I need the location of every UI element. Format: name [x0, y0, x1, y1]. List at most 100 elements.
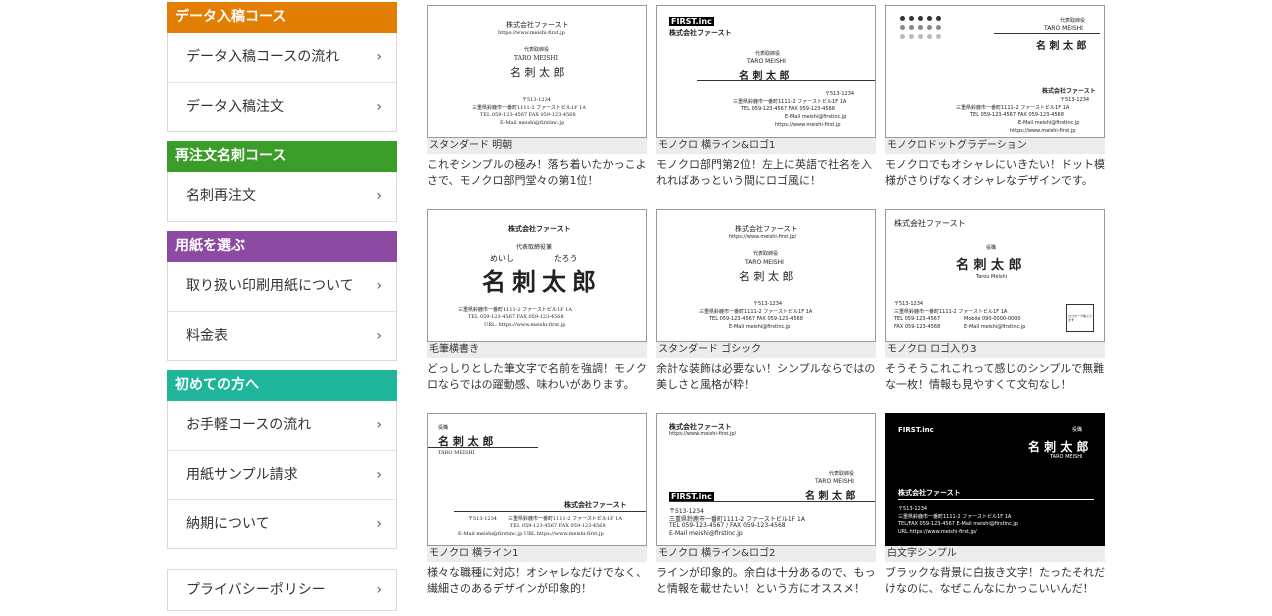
card-sample-text: 株式会社ファースト [735, 225, 798, 233]
dot-pattern-icon [909, 25, 914, 30]
card-sample-text: TEL 059-123-4567 FAX 059-123-4568 [709, 316, 803, 322]
card-sample-text: 〒513-1234 [825, 91, 855, 97]
menu-item-paper-types[interactable]: 取り扱い印刷用紙について › [168, 262, 396, 311]
card-sample-text: URL: https://www.meishi-first.jp [484, 322, 566, 328]
card-sample-text: 代表取締役 [524, 47, 550, 53]
design-card[interactable]: 株式会社ファースト https://www.meishi-first.jp/ 代… [656, 209, 876, 393]
card-sample-text: https://www.meishi-first.jp [1010, 128, 1076, 134]
card-sample-text: URL https://www.meishi-first.jp/ [898, 529, 977, 535]
logo-badge: FIRST.inc [669, 492, 714, 501]
section-list: データ入稿コースの流れ › データ入稿注文 › [167, 33, 397, 132]
card-thumbnail[interactable]: 代表取締役 TARO MEISHI 名 刺 太 郎 株式会社ファースト 〒513… [885, 5, 1105, 138]
design-card[interactable]: FIRST.inc 役職 名 刺 太 郎 TARO MEISHI 株式会社ファー… [885, 413, 1105, 597]
card-sample-text: FAX 059-123-4568 [894, 324, 941, 330]
card-sample-text: TEL 059-123-4567 / FAX 059-123-4568 [669, 522, 786, 529]
card-caption: スタンダード ゴシック [656, 342, 876, 358]
card-sample-text: TEL 059-123-4567 FAX 059-123-4568 [480, 112, 576, 118]
card-sample-text: TEL 059-123-4567 FAX 059-123-4568 [468, 314, 564, 320]
card-sample-text: 〒513-1234 [468, 516, 497, 522]
card-sample-text: 三重県鈴鹿市一番町1111-2 ファーストビル1F 1A [699, 309, 813, 315]
design-card[interactable]: FIRST.inc 株式会社ファースト 代表取締役 TARO MEISHI 名 … [656, 5, 876, 189]
card-sample-text: Mobile 090-0000-0000 [964, 316, 1021, 322]
chevron-right-icon: › [376, 49, 382, 65]
card-sample-text: 〒513-1234 [522, 97, 551, 103]
card-sample-text: 名 刺 太 郎 [1028, 440, 1089, 454]
menu-item-reorder[interactable]: 名刺再注文 › [168, 172, 396, 221]
card-description: モノクロ部門第2位！左上に英語で社名を入れればあっという間にロゴ風に！ [656, 158, 872, 187]
card-thumbnail[interactable]: FIRST.inc 役職 名 刺 太 郎 TARO MEISHI 株式会社ファー… [885, 413, 1105, 546]
card-sample-text: https://www.meishi-first.jp/ [729, 234, 797, 240]
design-card[interactable]: 株式会社ファースト 役職 名 刺 太 郎 Tarou Meishi 〒513-1… [885, 209, 1105, 393]
card-caption: モノクロ 横ライン1 [427, 546, 647, 562]
card-thumbnail[interactable]: 株式会社ファースト https://www.meishi-first.jp 代表… [427, 5, 647, 138]
card-sample-text: 株式会社ファースト [508, 224, 571, 233]
card-sample-text: 〒513-1234 [753, 301, 783, 307]
card-sample-text: E-Mail meishi@firstinc.jp [785, 114, 847, 120]
section-paper: 用紙を選ぶ 取り扱い印刷用紙について › 料金表 › [167, 231, 397, 361]
section-list: お手軽コースの流れ › 用紙サンプル請求 › 納期について › [167, 401, 397, 549]
card-sample-text: 役職 [438, 425, 449, 431]
section-first-time: 初めての方へ お手軽コースの流れ › 用紙サンプル請求 › 納期について › [167, 370, 397, 549]
menu-item-label: お手軽コースの流れ [186, 417, 312, 433]
menu-item-data-course-flow[interactable]: データ入稿コースの流れ › [168, 33, 396, 82]
card-sample-text: ロゴマーク等入ります [1068, 314, 1093, 322]
privacy-box: プライバシーポリシー › [167, 569, 397, 611]
card-description: これぞシンプルの極み！落ち着いたかっこよさで、モノクロ部門堂々の第1位！ [427, 158, 647, 187]
card-caption: 白文字シンプル [885, 546, 1105, 562]
design-card[interactable]: 株式会社ファースト https://www.meishi-first.jp 代表… [427, 5, 647, 189]
card-sample-text: 株式会社ファースト [894, 219, 966, 228]
card-sample-text: 〒513-1234 [898, 506, 928, 512]
design-card[interactable]: 役職 名 刺 太 郎 TARO MEISHI 株式会社ファースト 〒513-12… [427, 413, 647, 597]
card-sample-text: 〒513-1234 [1060, 97, 1090, 103]
card-sample-text: 役職 [986, 245, 997, 251]
section-heading: 再注文名刺コース [167, 141, 397, 172]
section-list: 取り扱い印刷用紙について › 料金表 › [167, 262, 397, 361]
design-card[interactable]: 代表取締役 TARO MEISHI 名 刺 太 郎 株式会社ファースト 〒513… [885, 5, 1105, 189]
chevron-right-icon: › [376, 417, 382, 433]
card-sample-text: E-Mail meishi@firstinc.jp URL https://ww… [458, 531, 604, 537]
card-sample-text: 株式会社ファースト [898, 489, 961, 497]
card-sample-text: 名 刺 太 郎 [1036, 41, 1087, 52]
dot-pattern-icon [900, 25, 905, 30]
menu-item-paper-sample[interactable]: 用紙サンプル請求 › [168, 450, 396, 499]
menu-item-easy-course-flow[interactable]: お手軽コースの流れ › [168, 401, 396, 450]
card-caption: スタンダード 明朝 [427, 138, 647, 154]
menu-item-label: 名刺再注文 [186, 188, 256, 204]
card-sample-text: Tarou Meishi [976, 274, 1007, 280]
section-data-submission: データ入稿コース データ入稿コースの流れ › データ入稿注文 › [167, 2, 397, 132]
card-description: ブラックな背景に白抜き文字！たったそれだけなのに、なぜこんなにかっこいいんだ！ [885, 566, 1105, 595]
card-thumbnail[interactable]: FIRST.inc 株式会社ファースト 代表取締役 TARO MEISHI 名 … [656, 5, 876, 138]
card-thumbnail[interactable]: 株式会社ファースト 代表取締役兼 めいし たろう 名刺太郎 三重県鈴鹿市一番町1… [427, 209, 647, 342]
card-sample-text: E-Mail meishi@firstinc.jp [669, 530, 743, 537]
card-sample-text: TEL 059-123-4567 FAX 059-123-4568 [510, 523, 606, 529]
dot-pattern-icon [936, 16, 941, 21]
menu-item-privacy-policy[interactable]: プライバシーポリシー › [168, 570, 396, 610]
card-sample-text: TARO MEISHI [745, 259, 784, 266]
chevron-right-icon: › [376, 278, 382, 294]
card-sample-text: 三重県鈴鹿市一番町1111-2 ファーストビル1F 1A [894, 309, 1008, 315]
dot-pattern-icon [927, 25, 932, 30]
card-sample-text: TEL 059-123-4567 [894, 316, 941, 322]
menu-item-label: 料金表 [186, 328, 228, 344]
card-sample-text: TARO MEISHI [815, 478, 854, 485]
card-sample-text: 株式会社ファースト [506, 21, 569, 29]
design-card[interactable]: 株式会社ファースト 代表取締役兼 めいし たろう 名刺太郎 三重県鈴鹿市一番町1… [427, 209, 647, 393]
card-sample-text: TEL 059-123-4567 FAX 059-123-4568 [970, 112, 1064, 118]
dot-pattern-icon [936, 34, 941, 39]
dot-pattern-icon [927, 16, 932, 21]
menu-item-data-order[interactable]: データ入稿注文 › [168, 82, 396, 131]
card-thumbnail[interactable]: 株式会社ファースト https://www.meishi-first.jp/ 代… [656, 413, 876, 546]
card-sample-text: 代表取締役 [829, 471, 855, 477]
card-sample-text: https://www.meishi-first.jp [775, 122, 841, 128]
dot-pattern-icon [918, 16, 923, 21]
design-card[interactable]: 株式会社ファースト https://www.meishi-first.jp/ 代… [656, 413, 876, 597]
dot-pattern-icon [936, 25, 941, 30]
card-caption: モノクロドットグラデーション [885, 138, 1105, 154]
menu-item-delivery[interactable]: 納期について › [168, 499, 396, 548]
card-sample-text: https://www.meishi-first.jp/ [669, 431, 737, 437]
card-thumbnail[interactable]: 役職 名 刺 太 郎 TARO MEISHI 株式会社ファースト 〒513-12… [427, 413, 647, 546]
menu-item-price-list[interactable]: 料金表 › [168, 311, 396, 360]
section-heading: 初めての方へ [167, 370, 397, 401]
card-thumbnail[interactable]: 株式会社ファースト 役職 名 刺 太 郎 Tarou Meishi 〒513-1… [885, 209, 1105, 342]
card-thumbnail[interactable]: 株式会社ファースト https://www.meishi-first.jp/ 代… [656, 209, 876, 342]
